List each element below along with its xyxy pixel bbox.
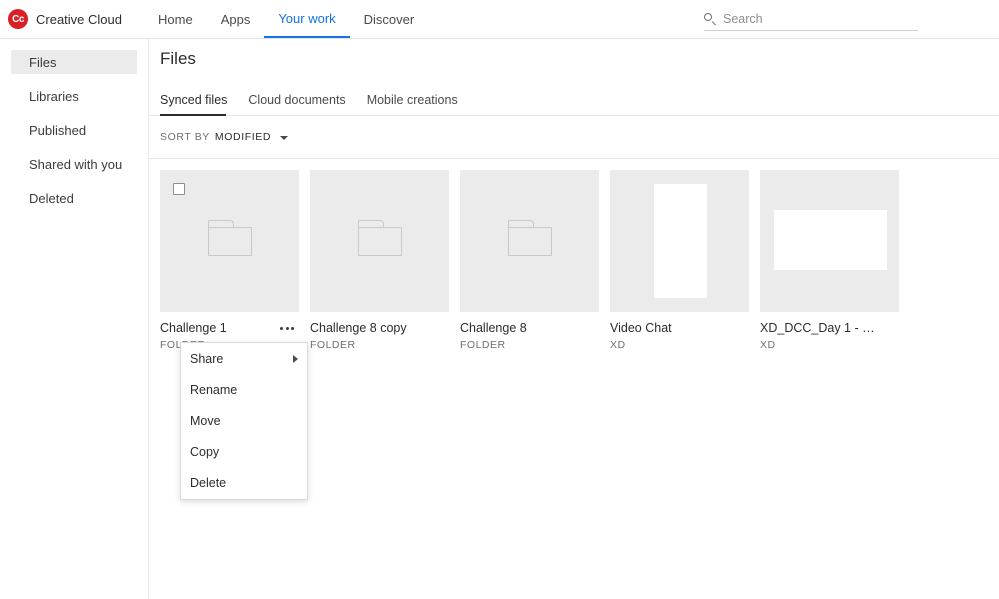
file-grid: Challenge 1 FOLDER Share Rename bbox=[149, 159, 999, 351]
menu-item-label: Copy bbox=[190, 445, 219, 459]
file-type: FOLDER bbox=[460, 339, 575, 351]
chevron-right-icon bbox=[293, 355, 298, 363]
chevron-down-icon[interactable] bbox=[280, 136, 288, 140]
file-thumbnail[interactable] bbox=[310, 170, 449, 312]
file-meta: Video Chat XD bbox=[610, 312, 749, 351]
search-box[interactable] bbox=[704, 8, 918, 31]
menu-item-label: Share bbox=[190, 352, 223, 366]
tab-mobile-creations[interactable]: Mobile creations bbox=[367, 93, 468, 115]
file-title: XD_DCC_Day 1 - Movie Tim... bbox=[760, 321, 875, 335]
tab-synced-files[interactable]: Synced files bbox=[160, 93, 237, 115]
file-thumbnail[interactable] bbox=[460, 170, 599, 312]
menu-item-delete[interactable]: Delete bbox=[181, 472, 307, 494]
file-type: XD bbox=[760, 339, 875, 351]
file-title: Video Chat bbox=[610, 321, 725, 335]
document-preview bbox=[654, 184, 707, 298]
nav-item-discover[interactable]: Discover bbox=[350, 0, 429, 38]
sidebar-item-shared-with-you[interactable]: Shared with you bbox=[11, 152, 137, 176]
folder-icon bbox=[358, 220, 402, 256]
main-nav: Home Apps Your work Discover bbox=[144, 0, 428, 38]
file-thumbnail[interactable] bbox=[160, 170, 299, 312]
search-input[interactable] bbox=[723, 12, 918, 26]
file-meta: Challenge 8 FOLDER bbox=[460, 312, 599, 351]
sidebar: Files Libraries Published Shared with yo… bbox=[0, 39, 149, 599]
top-navigation-bar: Cc Creative Cloud Home Apps Your work Di… bbox=[0, 0, 999, 39]
page-title: Files bbox=[149, 39, 999, 69]
file-meta: XD_DCC_Day 1 - Movie Tim... XD bbox=[760, 312, 899, 351]
brand: Cc Creative Cloud bbox=[0, 9, 122, 29]
tab-bar: Synced files Cloud documents Mobile crea… bbox=[149, 81, 999, 116]
file-card[interactable]: XD_DCC_Day 1 - Movie Tim... XD bbox=[760, 170, 899, 351]
file-title: Challenge 8 copy bbox=[310, 321, 425, 335]
menu-item-move[interactable]: Move bbox=[181, 410, 307, 432]
selection-checkbox[interactable] bbox=[173, 183, 185, 195]
nav-item-your-work[interactable]: Your work bbox=[264, 0, 349, 38]
menu-item-label: Rename bbox=[190, 383, 237, 397]
search-icon bbox=[704, 13, 717, 26]
file-title: Challenge 1 bbox=[160, 321, 275, 335]
more-options-icon[interactable] bbox=[276, 320, 298, 336]
sidebar-item-published[interactable]: Published bbox=[11, 118, 137, 142]
folder-icon bbox=[208, 220, 252, 256]
nav-item-home[interactable]: Home bbox=[144, 0, 207, 38]
file-thumbnail[interactable] bbox=[610, 170, 749, 312]
file-title: Challenge 8 bbox=[460, 321, 575, 335]
nav-item-apps[interactable]: Apps bbox=[207, 0, 265, 38]
file-type: XD bbox=[610, 339, 725, 351]
creative-cloud-logo-icon: Cc bbox=[8, 9, 28, 29]
file-type: FOLDER bbox=[310, 339, 425, 351]
file-card[interactable]: Video Chat XD bbox=[610, 170, 749, 351]
sort-bar: SORT BY MODIFIED bbox=[149, 116, 999, 159]
file-card[interactable]: Challenge 8 FOLDER bbox=[460, 170, 599, 351]
main-content: Files Synced files Cloud documents Mobil… bbox=[149, 39, 999, 599]
sidebar-item-libraries[interactable]: Libraries bbox=[11, 84, 137, 108]
folder-icon bbox=[508, 220, 552, 256]
file-card[interactable]: Challenge 8 copy FOLDER bbox=[310, 170, 449, 351]
menu-item-rename[interactable]: Rename bbox=[181, 379, 307, 401]
page-body: Files Libraries Published Shared with yo… bbox=[0, 39, 999, 599]
file-card[interactable]: Challenge 1 FOLDER Share Rename bbox=[160, 170, 299, 351]
tab-cloud-documents[interactable]: Cloud documents bbox=[248, 93, 355, 115]
brand-name: Creative Cloud bbox=[36, 12, 122, 27]
menu-item-label: Delete bbox=[190, 476, 226, 490]
menu-item-label: Move bbox=[190, 414, 221, 428]
sort-by-value[interactable]: MODIFIED bbox=[215, 131, 271, 143]
menu-item-share[interactable]: Share bbox=[181, 348, 307, 370]
document-preview bbox=[774, 210, 887, 270]
menu-item-copy[interactable]: Copy bbox=[181, 441, 307, 463]
context-menu: Share Rename Move Copy Delete bbox=[180, 342, 308, 500]
sort-by-label: SORT BY bbox=[160, 131, 210, 143]
sidebar-item-files[interactable]: Files bbox=[11, 50, 137, 74]
file-thumbnail[interactable] bbox=[760, 170, 899, 312]
file-meta: Challenge 8 copy FOLDER bbox=[310, 312, 449, 351]
sidebar-item-deleted[interactable]: Deleted bbox=[11, 186, 137, 210]
